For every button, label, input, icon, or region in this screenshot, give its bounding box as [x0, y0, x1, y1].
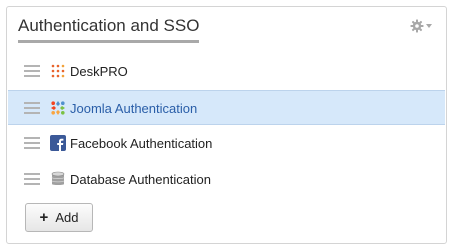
list-item-facebook[interactable]: Facebook Authentication: [8, 126, 445, 161]
list-item-joomla[interactable]: Joomla Authentication: [8, 90, 445, 125]
deskpro-icon: [50, 63, 66, 79]
database-icon: [50, 171, 66, 187]
add-button-label: Add: [55, 210, 79, 225]
drag-handle-icon[interactable]: [24, 173, 40, 186]
item-label: Facebook Authentication: [70, 136, 213, 151]
list-item-database[interactable]: Database Authentication: [8, 162, 445, 197]
list-item-deskpro[interactable]: DeskPRO: [8, 54, 445, 89]
drag-handle-icon[interactable]: [24, 65, 40, 78]
facebook-icon: [50, 135, 66, 151]
joomla-icon: [50, 100, 66, 116]
auth-sso-panel: Authentication and SSO DeskPRO Joomla Au…: [6, 6, 447, 244]
panel-title: Authentication and SSO: [18, 15, 200, 43]
panel-header: Authentication and SSO: [7, 7, 446, 47]
auth-method-list: DeskPRO Joomla Authentication Facebook A…: [8, 54, 445, 198]
drag-handle-icon[interactable]: [24, 137, 40, 150]
drag-handle-icon[interactable]: [24, 102, 40, 115]
item-label: DeskPRO: [70, 64, 128, 79]
plus-icon: +: [39, 209, 49, 226]
gear-dropdown-icon[interactable]: [410, 19, 434, 33]
item-label: Joomla Authentication: [70, 101, 198, 116]
add-button[interactable]: + Add: [25, 203, 93, 232]
item-label: Database Authentication: [70, 172, 211, 187]
